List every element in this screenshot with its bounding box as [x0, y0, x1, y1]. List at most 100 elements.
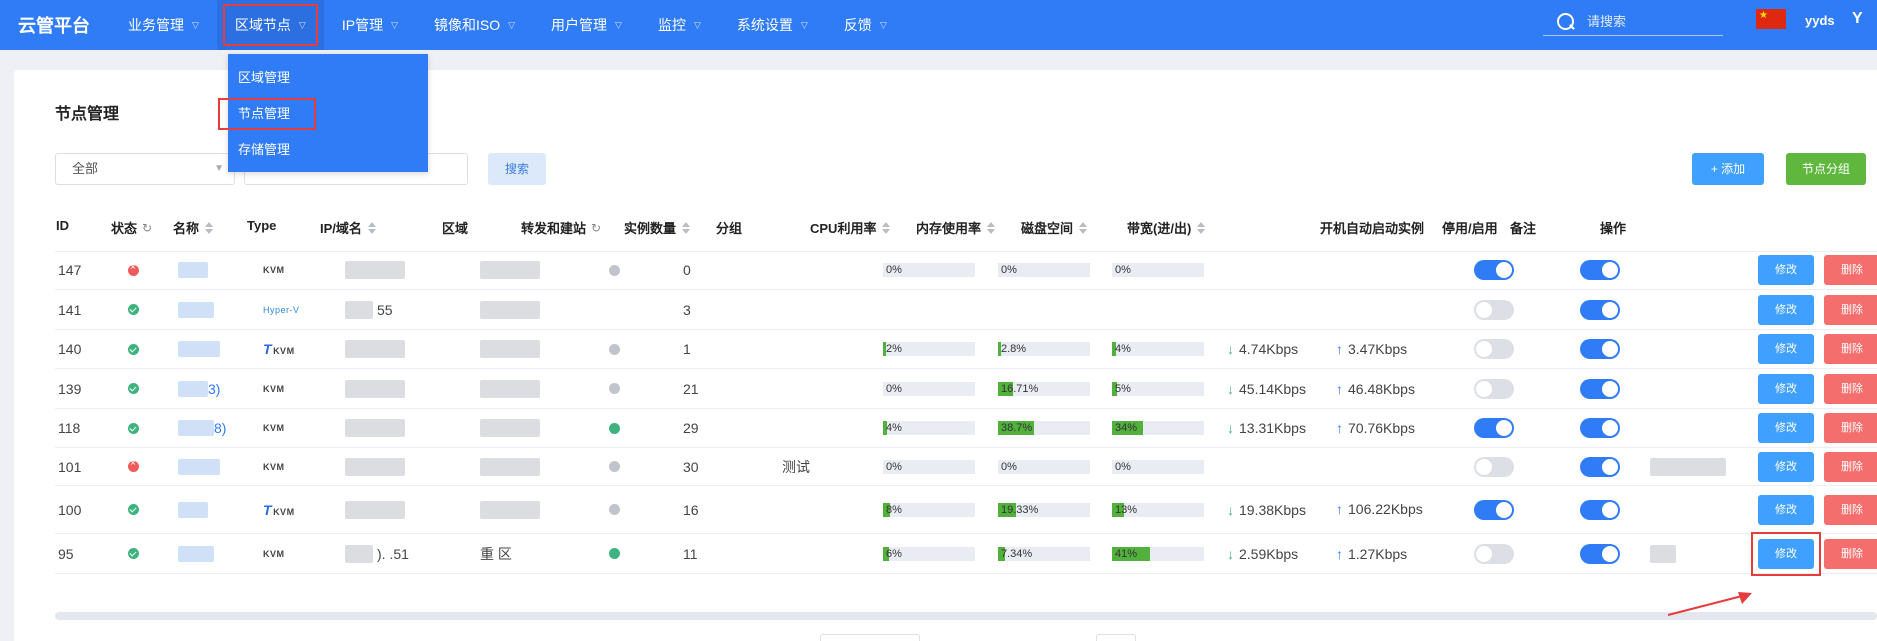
- enable-toggle[interactable]: [1580, 499, 1620, 520]
- edit-button[interactable]: 修改: [1758, 334, 1814, 364]
- edit-button[interactable]: 修改: [1758, 294, 1814, 325]
- sort-icon[interactable]: [1197, 221, 1206, 234]
- global-search[interactable]: [1543, 8, 1723, 36]
- autostart-toggle[interactable]: [1474, 339, 1514, 359]
- column-header-4[interactable]: IP/域名: [320, 218, 376, 237]
- delete-button[interactable]: 删除: [1824, 494, 1877, 525]
- id-cell: 147: [58, 251, 81, 289]
- brand-logo[interactable]: 云管平台: [18, 12, 90, 38]
- column-header-11[interactable]: 磁盘空间: [1021, 218, 1088, 237]
- delete-button[interactable]: 删除: [1824, 334, 1877, 364]
- sort-icon[interactable]: [1079, 221, 1088, 234]
- delete-button[interactable]: 删除: [1824, 413, 1877, 443]
- search-icon[interactable]: [1557, 12, 1575, 31]
- enable-toggle[interactable]: [1580, 456, 1620, 477]
- dropdown-item-2[interactable]: 存储管理: [228, 132, 428, 168]
- column-header-2[interactable]: 名称: [173, 218, 214, 237]
- avatar[interactable]: Y: [1852, 10, 1863, 28]
- pagination-input[interactable]: [1096, 634, 1136, 641]
- bandwidth-in-cell: ↓ 2.59Kbps: [1227, 534, 1298, 573]
- column-header-6[interactable]: 转发和建站 ↻: [521, 218, 601, 237]
- name-cell[interactable]: 8): [178, 409, 226, 447]
- enable-toggle[interactable]: [1580, 339, 1620, 359]
- nav-item-7[interactable]: 反馈 ▽: [826, 0, 905, 50]
- node-name-suffix[interactable]: 8): [214, 420, 226, 436]
- name-cell[interactable]: [178, 534, 214, 573]
- dropdown-item-0[interactable]: 区域管理: [228, 60, 428, 96]
- autostart-toggle[interactable]: [1474, 378, 1514, 399]
- column-header-12[interactable]: 带宽(进/出): [1127, 218, 1206, 237]
- autostart-toggle[interactable]: [1474, 260, 1514, 280]
- nav-item-6[interactable]: 系统设置 ▽: [719, 0, 826, 50]
- sort-icon[interactable]: [987, 221, 996, 234]
- sort-icon[interactable]: [367, 221, 376, 234]
- enable-toggle[interactable]: [1580, 299, 1620, 320]
- edit-button[interactable]: 修改: [1758, 451, 1814, 482]
- nav-item-1[interactable]: 区域节点 ▽: [216, 0, 324, 50]
- sort-icon[interactable]: [205, 221, 214, 234]
- autostart-toggle[interactable]: [1474, 543, 1514, 564]
- kvm-logo-icon: KVM: [263, 265, 285, 275]
- add-button[interactable]: + 添加: [1692, 153, 1764, 185]
- instance-count: 0: [683, 262, 691, 278]
- column-header-9[interactable]: CPU利用率: [810, 218, 891, 237]
- name-cell[interactable]: [178, 251, 208, 289]
- name-cell[interactable]: [178, 330, 220, 368]
- edit-button[interactable]: 修改: [1751, 531, 1821, 576]
- autostart-toggle[interactable]: [1474, 299, 1514, 320]
- disk-usage-text: 0%: [1115, 460, 1131, 473]
- delete-button[interactable]: 删除: [1824, 255, 1877, 285]
- name-cell[interactable]: [178, 448, 220, 485]
- nav-item-0[interactable]: 业务管理 ▽: [110, 0, 217, 50]
- edit-button[interactable]: 修改: [1758, 373, 1814, 404]
- nav-item-5[interactable]: 监控 ▽: [640, 0, 719, 50]
- status-cell: [128, 369, 139, 408]
- username[interactable]: yyds: [1805, 13, 1835, 28]
- enable-toggle[interactable]: [1580, 418, 1620, 438]
- sort-icon[interactable]: [682, 221, 691, 234]
- autostart-toggle[interactable]: [1474, 499, 1514, 520]
- autostart-toggle[interactable]: [1474, 418, 1514, 438]
- column-header-1[interactable]: 状态 ↻: [111, 218, 152, 237]
- edit-button[interactable]: 修改: [1758, 494, 1814, 525]
- sort-icon[interactable]: [882, 221, 891, 234]
- node-name-suffix[interactable]: 3): [208, 381, 220, 397]
- nav-item-2[interactable]: IP管理 ▽: [324, 0, 416, 50]
- edit-button[interactable]: 修改: [1758, 413, 1814, 443]
- cpu-cell: 4%: [883, 409, 975, 447]
- kvm-logo-icon: KVM: [263, 423, 285, 433]
- name-cell[interactable]: [178, 290, 214, 329]
- cpu-cell: 2%: [883, 330, 975, 368]
- name-cell[interactable]: 3): [178, 369, 220, 408]
- delete-button[interactable]: 删除: [1824, 294, 1877, 325]
- mem-cell: 38.7%: [998, 409, 1090, 447]
- status-filter-select[interactable]: 全部 ▼: [55, 153, 235, 185]
- edit-button[interactable]: 修改: [1758, 255, 1814, 285]
- forward-cell: [609, 409, 620, 447]
- refresh-icon[interactable]: ↻: [591, 221, 601, 235]
- enable-toggle[interactable]: [1580, 378, 1620, 399]
- horizontal-scrollbar[interactable]: [55, 612, 1877, 620]
- delete-button[interactable]: 删除: [1824, 538, 1877, 569]
- delete-button[interactable]: 删除: [1824, 373, 1877, 404]
- search-button[interactable]: 搜索: [488, 153, 546, 185]
- enable-toggle[interactable]: [1580, 543, 1620, 564]
- pagination-select[interactable]: [820, 634, 920, 641]
- name-cell[interactable]: [178, 486, 208, 533]
- nav-item-4[interactable]: 用户管理 ▽: [533, 0, 640, 50]
- column-header-10[interactable]: 内存使用率: [916, 218, 996, 237]
- nav-item-3[interactable]: 镜像和ISO ▽: [416, 0, 533, 50]
- enable-toggle[interactable]: [1580, 260, 1620, 280]
- delete-cell: 删除: [1824, 486, 1877, 533]
- refresh-icon[interactable]: ↻: [142, 221, 152, 235]
- node-group-button[interactable]: 节点分组: [1786, 153, 1866, 185]
- bandwidth-in: ↓ 4.74Kbps: [1227, 341, 1298, 357]
- global-search-input[interactable]: [1587, 14, 1707, 29]
- table-row: 140 TKVM 1 2% 2.8% 4% ↓ 4.74Kbps ↑ 3.47Kbps 修改 删除: [55, 330, 1877, 369]
- delete-button[interactable]: 删除: [1824, 451, 1877, 482]
- language-flag-icon[interactable]: [1756, 9, 1786, 29]
- dropdown-item-1[interactable]: 节点管理: [218, 96, 428, 132]
- column-header-7[interactable]: 实例数量: [624, 218, 691, 237]
- node-id: 139: [58, 380, 82, 397]
- autostart-toggle[interactable]: [1474, 456, 1514, 477]
